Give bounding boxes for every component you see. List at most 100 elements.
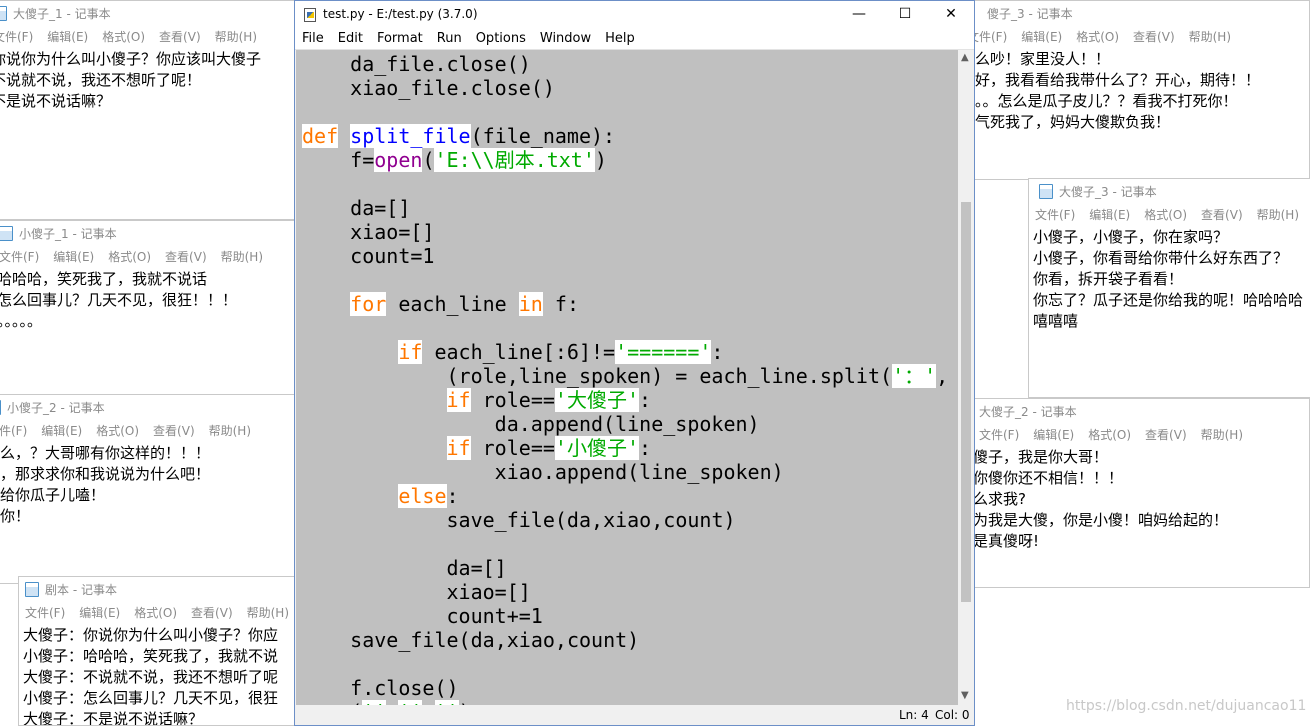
scroll-up-arrow-icon[interactable]: ▲ — [961, 52, 969, 63]
notepad-dashazi3-window[interactable]: 大傻子_3 - 记事本 文件(F) 编辑(E) 格式(O) 查看(V) 帮助(H) 小傻… — [1028, 178, 1310, 398]
code-line[interactable]: def split_file(file_name): — [302, 124, 948, 148]
notepad-menu-item[interactable]: 格式(O) — [1144, 206, 1187, 223]
code-line[interactable] — [302, 316, 948, 340]
code-line[interactable]: if role=='大傻子': — [302, 388, 948, 412]
notepad-menu-item[interactable]: 格式(O) — [102, 28, 145, 45]
notepad-menu-item[interactable]: 文件(F) — [1035, 206, 1075, 223]
code-line[interactable]: da_file.close() — [302, 52, 948, 76]
code-line[interactable]: xiao=[] — [302, 580, 948, 604]
notepad-menu-item[interactable]: 格式(O) — [1076, 28, 1119, 45]
notepad-text-area[interactable]: 哈哈哈，笑死我了，我就不说话 怎么回事儿？几天不见，很狂！！！ 。。。。。 — [0, 267, 295, 334]
notepad-xiaoshazi1-window[interactable]: 小傻子_1 - 记事本 文件(F) 编辑(E) 格式(O) 查看(V) 帮助(H) 哈哈… — [0, 220, 296, 396]
code-line[interactable]: else: — [302, 484, 948, 508]
notepad-menu-item[interactable]: 文件(F) — [979, 426, 1019, 443]
code-line[interactable]: f=open('E:\\剧本.txt') — [302, 148, 948, 172]
notepad-menu-item[interactable]: 帮助(H) — [221, 248, 263, 265]
idle-menu-options[interactable]: Options — [476, 31, 526, 46]
notepad-menu-item[interactable]: 格式(O) — [134, 604, 177, 621]
code-line[interactable]: save_file(da,xiao,count) — [302, 508, 948, 532]
code-line[interactable] — [302, 532, 948, 556]
notepad-menu-item[interactable]: 编辑(E) — [1021, 28, 1062, 45]
notepad-menu-item[interactable]: 帮助(H) — [1201, 426, 1243, 443]
code-line[interactable]: xiao=[] — [302, 220, 948, 244]
notepad-text-area[interactable]: 大傻子：你说你为什么叫小傻子？你应 小傻子：哈哈哈，笑死我了，我就不说 大傻子：不说… — [19, 623, 295, 725]
notepad-menu-item[interactable]: 文件(F) — [0, 248, 39, 265]
code-line[interactable]: (role,line_spoken) = each_line.split('：'… — [302, 364, 948, 388]
code-line[interactable]: da=[] — [302, 196, 948, 220]
idle-menu-file[interactable]: File — [302, 31, 324, 46]
idle-menu-help[interactable]: Help — [605, 31, 635, 46]
notepad-titlebar[interactable]: 小傻子_1 - 记事本 — [0, 221, 295, 245]
notepad-menu-item[interactable]: 帮助(H) — [215, 28, 257, 45]
notepad-menu-item[interactable]: 文件(F) — [0, 422, 27, 439]
notepad-menu-item[interactable]: 编辑(E) — [79, 604, 120, 621]
code-line[interactable] — [302, 268, 948, 292]
notepad-dashazi1-window[interactable]: 大傻子_1 - 记事本 文件(F) 编辑(E) 格式(O) 查看(V) 帮助(H) 你说… — [0, 0, 296, 220]
idle-menu-format[interactable]: Format — [377, 31, 423, 46]
notepad-menu-item[interactable]: 查看(V) — [1201, 206, 1243, 223]
notepad-menu-item[interactable]: 查看(V) — [159, 28, 201, 45]
notepad-text-area[interactable]: 你说你为什么叫小傻子？你应该叫大傻子 不说就不说，我还不想听了呢！ 不是说不说话嘛？ — [0, 47, 295, 114]
code-line[interactable]: if each_line[:6]!='======': — [302, 340, 948, 364]
notepad-menu-item[interactable]: 编辑(E) — [1033, 426, 1074, 443]
notepad-titlebar[interactable]: 剧本 - 记事本 — [19, 577, 295, 601]
notepad-xiaoshazi3-window[interactable]: 傻子_3 - 记事本 文件(F) 编辑(E) 格式(O) 查看(V) 帮助(H) 么吵！… — [930, 0, 1310, 180]
notepad-menu-item[interactable]: 帮助(H) — [1189, 28, 1231, 45]
notepad-menu-item[interactable]: 查看(V) — [191, 604, 233, 621]
idle-titlebar[interactable]: test.py - E:/test.py (3.7.0) — ☐ ✕ — [295, 1, 974, 27]
notepad-menu-item[interactable]: 查看(V) — [1145, 426, 1187, 443]
scroll-down-arrow-icon[interactable]: ▼ — [961, 690, 969, 701]
notepad-menu-item[interactable]: 编辑(E) — [47, 28, 88, 45]
maximize-button[interactable]: ☐ — [882, 1, 928, 27]
notepad-menu-item[interactable]: 编辑(E) — [41, 422, 82, 439]
notepad-menu-item[interactable]: 查看(V) — [165, 248, 207, 265]
notepad-titlebar[interactable]: 大傻子_2 - 记事本 — [931, 399, 1309, 423]
code-line[interactable]: da.append(line_spoken) — [302, 412, 948, 436]
notepad-menu-item[interactable]: 查看(V) — [1133, 28, 1175, 45]
notepad-xiaoshazi2-window[interactable]: 小傻子_2 - 记事本 文件(F) 编辑(E) 格式(O) 查看(V) 帮助(H) 什么… — [0, 394, 296, 584]
code-line[interactable]: for each_line in f: — [302, 292, 948, 316]
code-line[interactable]: count+=1 — [302, 604, 948, 628]
notepad-menu-item[interactable]: 文件(F) — [0, 28, 33, 45]
notepad-menu-item[interactable]: 文件(F) — [25, 604, 65, 621]
code-editor[interactable]: da_file.close() xiao_file.close()def spl… — [296, 50, 958, 705]
notepad-menu-item[interactable]: 帮助(H) — [209, 422, 251, 439]
code-line[interactable]: save_file(da,xiao,count) — [302, 628, 948, 652]
notepad-text-area[interactable]: 小傻子，小傻子，你在家吗？ 小傻子，你看哥给你带什么好东西了？ 你看，拆开袋子看看！… — [1029, 225, 1310, 334]
minimize-button[interactable]: — — [836, 1, 882, 27]
notepad-titlebar[interactable]: 小傻子_2 - 记事本 — [0, 395, 295, 419]
notepad-titlebar[interactable]: 大傻子_3 - 记事本 — [1029, 179, 1310, 203]
notepad-menu-item[interactable]: 查看(V) — [153, 422, 195, 439]
notepad-text-area[interactable]: 什么，？大哥哪有你这样的！！！ 个，那求求你和我说说为什么吧！ ，给你瓜子儿嗑！ 吧你… — [0, 441, 295, 529]
close-button[interactable]: ✕ — [928, 1, 974, 27]
code-line[interactable]: xiao.append(line_spoken) — [302, 460, 948, 484]
code-line[interactable] — [302, 100, 948, 124]
code-text[interactable]: da_file.close() xiao_file.close()def spl… — [302, 52, 948, 705]
code-line[interactable]: xiao_file.close() — [302, 76, 948, 100]
notepad-menu-item[interactable]: 格式(O) — [1088, 426, 1131, 443]
idle-menu-run[interactable]: Run — [437, 31, 462, 46]
notepad-menu-item[interactable]: 帮助(H) — [247, 604, 289, 621]
notepad-menu-item[interactable]: 编辑(E) — [1089, 206, 1130, 223]
code-line[interactable]: f.close() — [302, 676, 948, 700]
notepad-titlebar[interactable]: 傻子_3 - 记事本 — [931, 1, 1309, 25]
idle-menu-window[interactable]: Window — [540, 31, 591, 46]
code-line[interactable]: da=[] — [302, 556, 948, 580]
notepad-text-area[interactable]: 傻子，我是你大哥！ 你傻你还不相信！！！ 么求我? 为我是大傻，你是小傻！咱妈给起的！… — [931, 445, 1309, 554]
notepad-titlebar[interactable]: 大傻子_1 - 记事本 — [0, 1, 295, 25]
notepad-dashazi2-window[interactable]: 大傻子_2 - 记事本 文件(F) 编辑(E) 格式(O) 查看(V) 帮助(H) 傻子… — [930, 398, 1310, 588]
idle-menu-edit[interactable]: Edit — [338, 31, 363, 46]
idle-editor-window[interactable]: test.py - E:/test.py (3.7.0) — ☐ ✕ File E… — [294, 0, 975, 726]
notepad-menu-item[interactable]: 格式(O) — [108, 248, 151, 265]
notepad-menu-item[interactable]: 格式(O) — [96, 422, 139, 439]
code-line[interactable] — [302, 172, 948, 196]
code-line[interactable] — [302, 652, 948, 676]
code-line[interactable]: count=1 — [302, 244, 948, 268]
code-line[interactable]: if role=='小傻子': — [302, 436, 948, 460]
notepad-menu-item[interactable]: 编辑(E) — [53, 248, 94, 265]
vertical-scrollbar[interactable]: ▲ ▼ — [958, 50, 974, 705]
notepad-text-area[interactable]: 么吵！家里没人！！ 好，我看看给我带什么了？开心，期待！！ 。。怎么是瓜子皮儿？？看… — [931, 47, 1309, 135]
scrollbar-thumb[interactable] — [961, 202, 971, 602]
notepad-menu-item[interactable]: 帮助(H) — [1257, 206, 1299, 223]
notepad-juben-window[interactable]: 剧本 - 记事本 文件(F) 编辑(E) 格式(O) 查看(V) 帮助(H) 大傻子：你… — [18, 576, 296, 726]
